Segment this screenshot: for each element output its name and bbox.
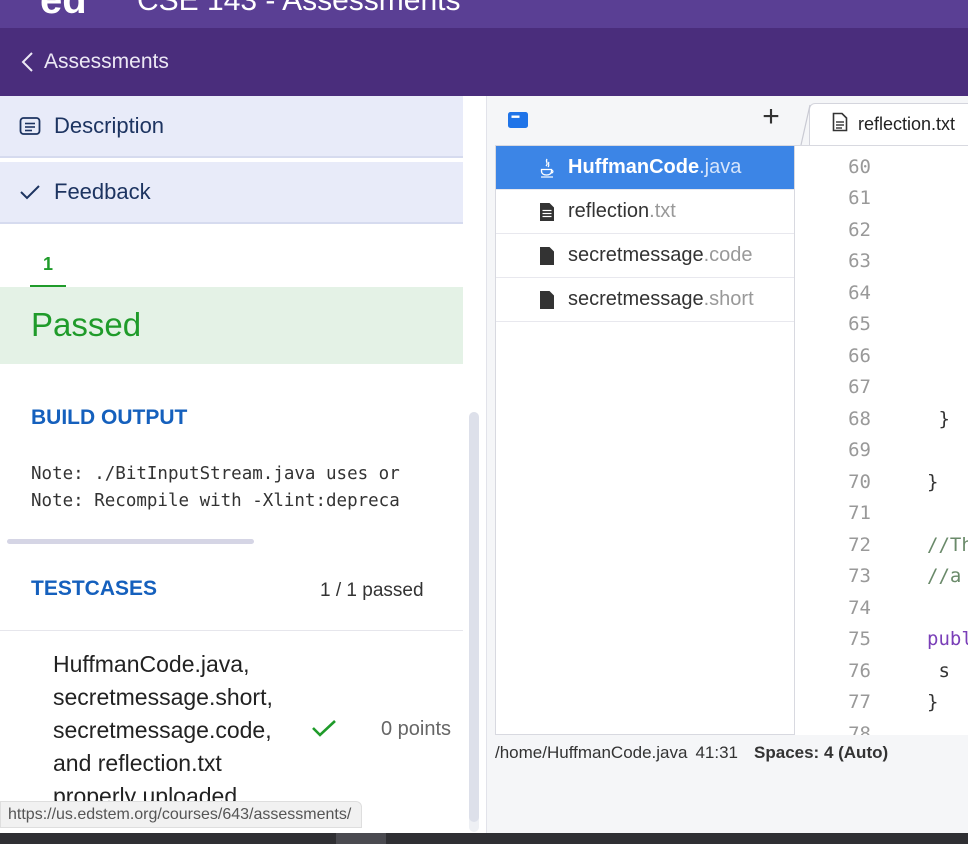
file-icon — [538, 290, 556, 310]
file-name: secretmessage — [568, 244, 704, 266]
link-preview-url: https://us.edstem.org/courses/643/assess… — [0, 801, 363, 828]
line-number: 71 — [848, 502, 871, 524]
text-file-icon — [832, 112, 848, 137]
line-number: 68 — [848, 408, 871, 430]
course-title: CSE 143 - Assessments — [137, 0, 461, 17]
check-icon — [311, 718, 337, 743]
line-number: 78 — [848, 723, 871, 735]
line-number: 77 — [848, 691, 871, 713]
line-number: 64 — [848, 282, 871, 304]
cursor-position: 41:31 — [695, 743, 739, 762]
code-line: s — [927, 660, 950, 682]
workspace-panel: + reflection.txt HuffmanCode .java refle… — [486, 96, 968, 833]
build-output-line: Note: Recompile with -Xlint:depreca — [31, 491, 400, 511]
file-item-secretmessage-short[interactable]: secretmessage .short — [496, 278, 794, 322]
line-number: 69 — [848, 439, 871, 461]
result-status: Passed — [31, 306, 142, 343]
line-number: 63 — [848, 250, 871, 272]
line-number: 66 — [848, 345, 871, 367]
build-output-log: Note: ./BitInputStream.java uses or Note:… — [31, 461, 463, 515]
file-path: /home/HuffmanCode.java — [495, 743, 688, 762]
line-number: 76 — [848, 660, 871, 682]
tab-feedback[interactable]: Feedback — [0, 162, 463, 224]
testcases-heading: TESTCASES — [31, 577, 158, 600]
tab-description[interactable]: Description — [0, 96, 463, 158]
editor-tab-label: reflection.txt — [858, 114, 956, 134]
code-editor[interactable]: 60 61 62 63 64 65 66 67 68 69 70 71 72 7… — [795, 145, 968, 735]
add-file-button[interactable]: + — [759, 102, 783, 132]
attempt-tab-1[interactable]: 1 — [30, 254, 66, 275]
back-link-label: Assessments — [44, 50, 169, 73]
line-number: 67 — [848, 376, 871, 398]
check-icon — [18, 180, 42, 204]
code-line: //a — [927, 565, 962, 587]
sub-header: Assessments — [0, 28, 968, 96]
code-line: } — [927, 471, 939, 493]
line-number: 61 — [848, 187, 871, 209]
code-line: } — [927, 408, 950, 430]
file-extension: .short — [703, 288, 754, 310]
file-icon — [538, 246, 556, 266]
panel-scrollbar-thumb[interactable] — [469, 412, 479, 822]
line-number: 62 — [848, 219, 871, 241]
text-file-icon — [538, 202, 556, 222]
file-extension: .java — [699, 156, 742, 178]
build-output-line: Note: ./BitInputStream.java uses or — [31, 464, 400, 484]
file-extension: .code — [703, 244, 753, 266]
line-number: 60 — [848, 156, 871, 178]
feedback-panel: Description Feedback 1 Passed BUILD OUTP… — [0, 96, 486, 844]
file-extension: .txt — [649, 200, 676, 222]
app-page: ed CSE 143 - Assessments Assessments Des… — [0, 0, 968, 844]
indentation-setting[interactable]: Spaces: 4 (Auto) — [754, 743, 888, 763]
list-icon — [18, 114, 42, 138]
line-number: 72 — [848, 534, 871, 556]
line-number: 70 — [848, 471, 871, 493]
file-name: secretmessage — [568, 288, 704, 310]
line-number: 74 — [848, 597, 871, 619]
code-line: } — [927, 691, 939, 713]
ed-logo[interactable]: ed — [40, 0, 87, 23]
line-number: 75 — [848, 628, 871, 650]
file-browser-icon[interactable] — [507, 111, 529, 129]
code-line: publ — [927, 628, 968, 650]
build-output-scrollbar[interactable] — [7, 539, 254, 544]
tab-feedback-label: Feedback — [54, 179, 151, 204]
line-number: 73 — [848, 565, 871, 587]
chevron-left-icon — [21, 52, 33, 72]
file-item-huffmancode-java[interactable]: HuffmanCode .java — [496, 146, 794, 190]
taskbar-strip — [0, 833, 968, 844]
file-item-reflection-txt[interactable]: reflection .txt — [496, 190, 794, 234]
testcase-label[interactable]: HuffmanCode.java, secretmessage.short, s… — [53, 648, 308, 813]
top-header: ed CSE 143 - Assessments — [0, 0, 968, 28]
tab-description-label: Description — [54, 113, 165, 138]
back-to-assessments-link[interactable]: Assessments — [20, 49, 169, 75]
file-name: HuffmanCode — [568, 156, 700, 178]
file-list: HuffmanCode .java reflection .txt secret… — [495, 145, 795, 735]
tab-divider — [799, 104, 811, 146]
editor-tab-reflection[interactable]: reflection.txt — [809, 103, 968, 145]
taskbar-item[interactable] — [336, 833, 386, 844]
divider — [0, 630, 463, 631]
code-line: //Th — [927, 534, 968, 556]
line-number: 65 — [848, 313, 871, 335]
java-icon — [538, 158, 556, 178]
testcases-count: 1 / 1 passed — [320, 580, 424, 601]
testcase-points: 0 points — [381, 718, 452, 740]
editor-status-bar: /home/HuffmanCode.java 41:31 Spaces: 4 (… — [487, 736, 968, 770]
build-output-heading: BUILD OUTPUT — [31, 406, 188, 429]
file-name: reflection — [568, 200, 650, 222]
file-item-secretmessage-code[interactable]: secretmessage .code — [496, 234, 794, 278]
